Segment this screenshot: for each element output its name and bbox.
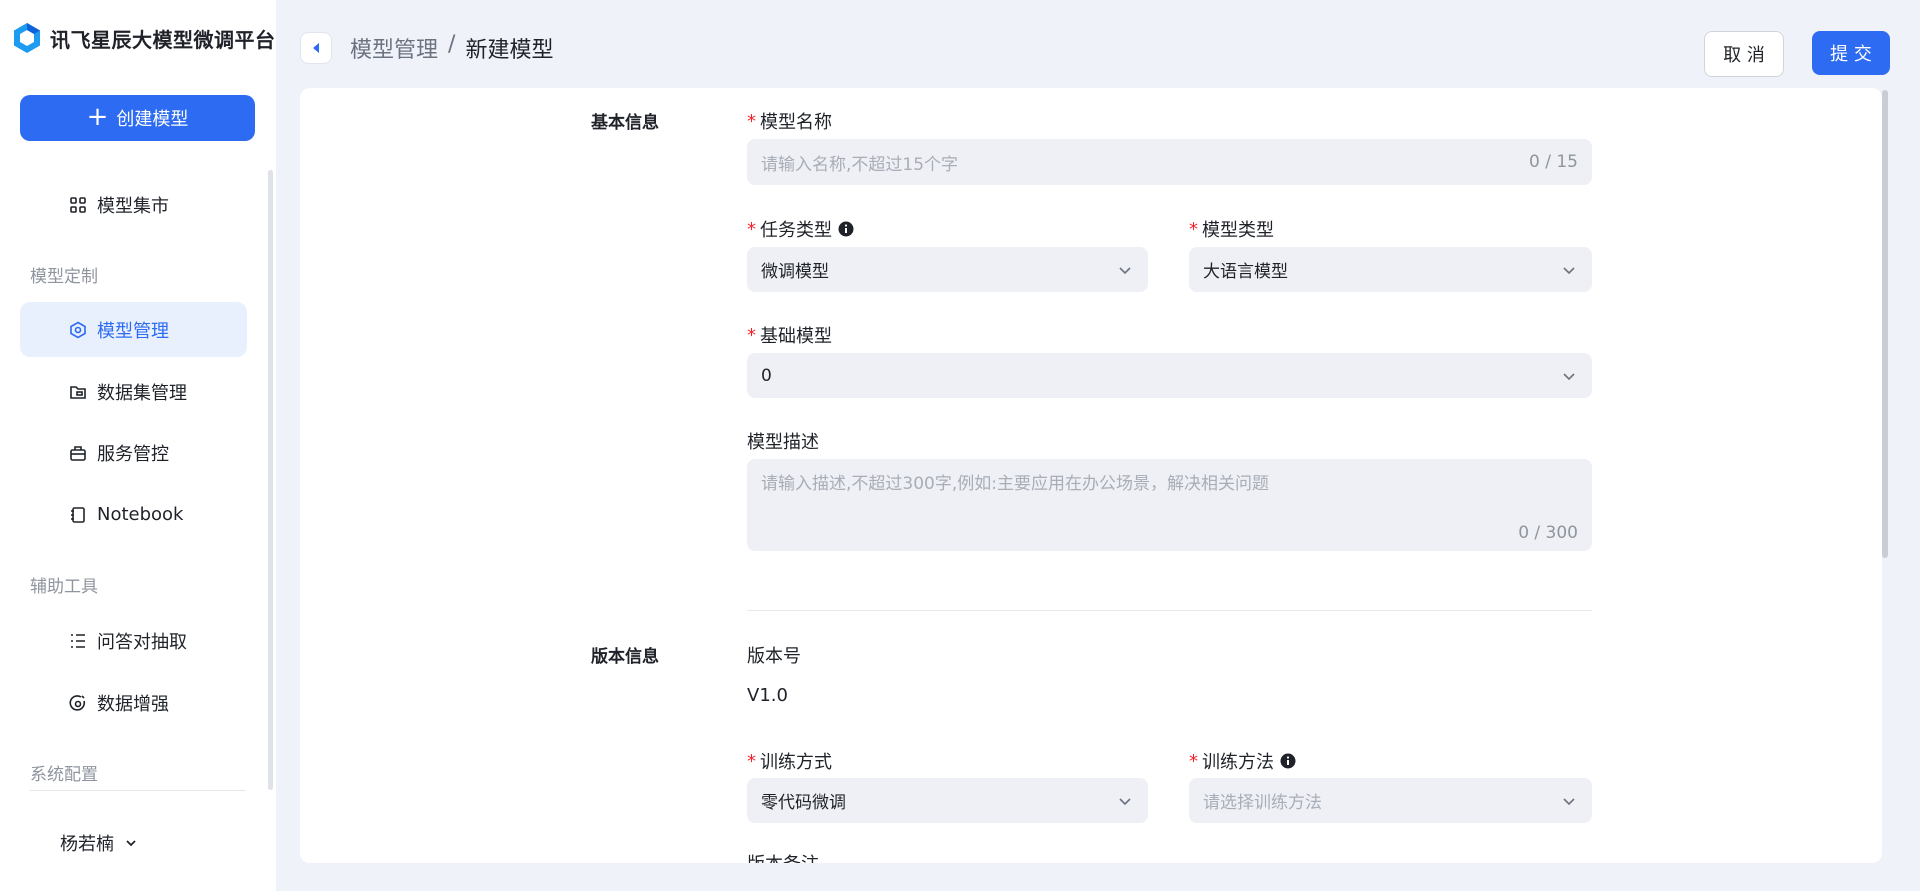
model-name-input[interactable]: 请输入名称,不超过15个字 0 / 15 xyxy=(747,139,1592,185)
chevron-down-icon xyxy=(1563,266,1575,274)
list-icon xyxy=(71,634,85,648)
version-note-label: 版本备注 xyxy=(747,850,819,863)
sidebar-item-label: 问答对抽取 xyxy=(97,631,187,653)
base-model-value: 0 xyxy=(761,365,772,386)
enhance-icon xyxy=(69,695,86,711)
user-name: 杨若楠 xyxy=(60,834,114,855)
create-model-label: 创建模型 xyxy=(116,109,189,130)
sidebar-item-label: Notebook xyxy=(97,504,184,525)
chevron-down-icon xyxy=(1563,372,1575,380)
sidebar-item-data-enhancement[interactable]: 数据增强 xyxy=(20,675,247,730)
section-label-custom: 模型定制 xyxy=(30,267,98,287)
model-icon xyxy=(70,321,86,339)
sidebar-item-label: 服务管控 xyxy=(97,443,169,465)
version-number-value: V1.0 xyxy=(747,685,788,706)
sidebar-item-model-market[interactable]: 模型集市 xyxy=(20,177,247,232)
train-mode-value: 零代码微调 xyxy=(761,793,846,813)
version-number-label: 版本号 xyxy=(747,646,801,667)
task-type-value: 微调模型 xyxy=(761,262,829,282)
train-method-label: * 训练方法 xyxy=(1189,748,1296,774)
breadcrumb-parent[interactable]: 模型管理 xyxy=(350,32,438,64)
sidebar-item-notebook[interactable]: Notebook xyxy=(20,487,247,542)
sidebar: 讯飞星辰大模型微调平台 + 创建模型 模型集市 模型定制 模型管理 数据集管理 … xyxy=(0,0,276,891)
chevron-down-icon xyxy=(1563,797,1575,805)
model-name-label: * 模型名称 xyxy=(747,110,832,134)
sidebar-item-dataset-management[interactable]: 数据集管理 xyxy=(20,364,247,419)
dataset-icon xyxy=(70,386,86,399)
info-icon[interactable] xyxy=(838,221,854,237)
breadcrumb-separator: / xyxy=(448,32,456,57)
app-title: 讯飞星辰大模型微调平台 xyxy=(50,27,276,52)
grid-icon xyxy=(70,197,86,213)
model-name-counter: 0 / 15 xyxy=(1529,152,1578,172)
section-title-basic: 基本信息 xyxy=(591,113,659,133)
section-label-config: 系统配置 xyxy=(30,765,98,785)
user-menu[interactable]: 杨若楠 xyxy=(60,830,138,856)
create-model-button[interactable]: + 创建模型 xyxy=(20,95,255,141)
sidebar-divider xyxy=(30,790,246,791)
back-button[interactable] xyxy=(300,32,332,64)
task-type-label: * 任务类型 xyxy=(747,216,854,242)
base-model-label: * 基础模型 xyxy=(747,324,832,348)
cancel-button[interactable]: 取 消 xyxy=(1704,31,1784,77)
section-divider xyxy=(747,610,1592,611)
main-scrollbar[interactable] xyxy=(1882,90,1888,558)
info-icon[interactable] xyxy=(1280,753,1296,769)
chevron-down-icon xyxy=(126,840,136,847)
plus-icon: + xyxy=(86,101,109,132)
model-name-placeholder: 请输入名称,不超过15个字 xyxy=(761,154,959,175)
description-label: 模型描述 xyxy=(747,432,819,453)
chevron-down-icon xyxy=(1119,797,1131,805)
version-note-clip: 版本备注 xyxy=(747,850,1592,863)
model-type-value: 大语言模型 xyxy=(1203,262,1288,282)
section-label-tools: 辅助工具 xyxy=(30,577,98,597)
train-method-select[interactable]: 请选择训练方法 xyxy=(1189,778,1592,823)
caret-left-icon xyxy=(313,43,319,53)
notebook-icon xyxy=(71,507,85,523)
service-icon xyxy=(70,446,86,461)
task-type-select[interactable]: 微调模型 xyxy=(747,247,1148,292)
brand[interactable]: 讯飞星辰大模型微调平台 xyxy=(10,18,276,58)
sidebar-item-label: 数据增强 xyxy=(97,693,169,715)
logo-icon xyxy=(14,23,40,53)
sidebar-item-model-management[interactable]: 模型管理 xyxy=(20,302,247,357)
sidebar-item-service-control[interactable]: 服务管控 xyxy=(20,425,247,480)
train-mode-select[interactable]: 零代码微调 xyxy=(747,778,1148,823)
train-mode-label: * 训练方式 xyxy=(747,750,832,774)
sidebar-item-qa-extraction[interactable]: 问答对抽取 xyxy=(20,613,247,668)
description-textarea[interactable]: 请输入描述,不超过300字,例如:主要应用在办公场景，解决相关问题 0 / 30… xyxy=(747,459,1592,551)
breadcrumb: 模型管理 / 新建模型 xyxy=(350,32,553,64)
section-title-version: 版本信息 xyxy=(591,647,659,667)
sidebar-item-label: 模型管理 xyxy=(97,320,169,342)
submit-button[interactable]: 提 交 xyxy=(1812,31,1890,75)
model-type-label: * 模型类型 xyxy=(1189,218,1274,242)
chevron-down-icon xyxy=(1119,266,1131,274)
description-counter: 0 / 300 xyxy=(1518,523,1578,543)
train-method-placeholder: 请选择训练方法 xyxy=(1203,793,1322,813)
base-model-select[interactable]: 0 xyxy=(747,353,1592,398)
sidebar-item-label: 数据集管理 xyxy=(97,382,187,404)
breadcrumb-current: 新建模型 xyxy=(465,38,554,63)
description-placeholder: 请输入描述,不超过300字,例如:主要应用在办公场景，解决相关问题 xyxy=(761,474,1269,494)
sidebar-item-label: 模型集市 xyxy=(97,195,169,217)
sidebar-scrollbar[interactable] xyxy=(268,170,273,790)
model-type-select[interactable]: 大语言模型 xyxy=(1189,247,1592,292)
